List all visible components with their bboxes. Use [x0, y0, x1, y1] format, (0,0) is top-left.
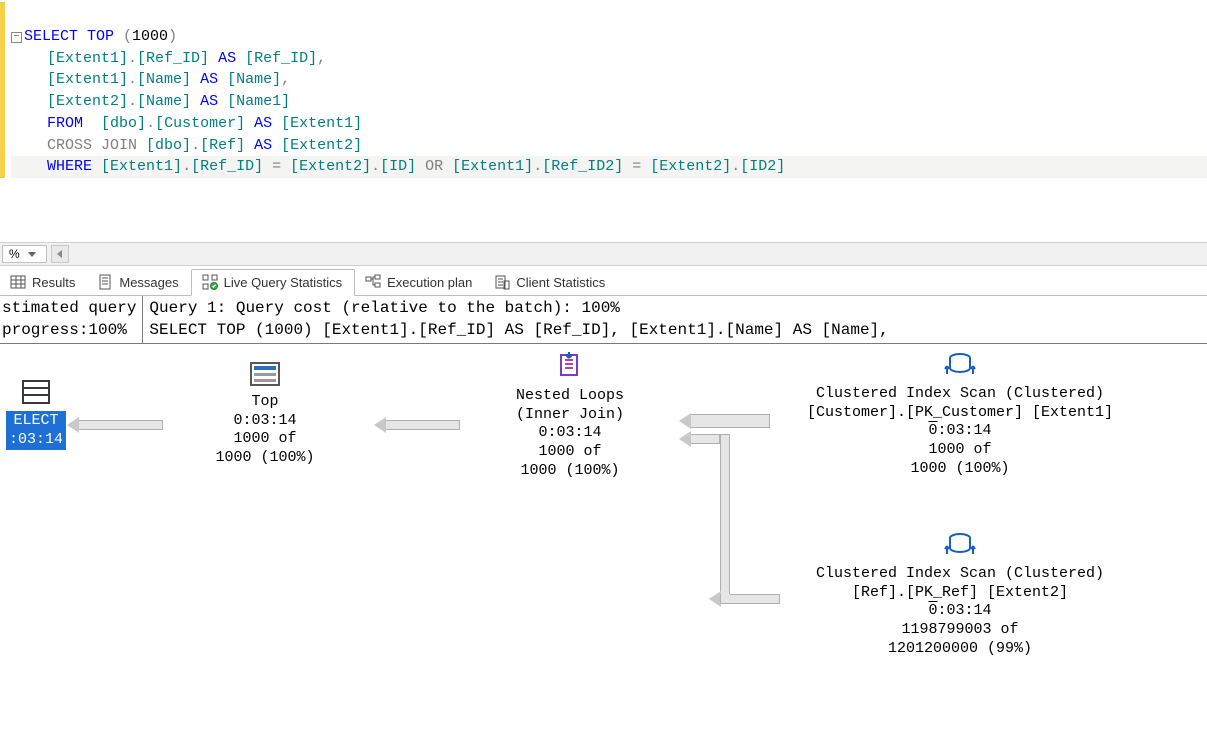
query-text-line: SELECT TOP (1000) [Extent1].[Ref_ID] AS …: [149, 320, 1201, 342]
code-line: [Extent1].[Ref_ID] AS [Ref_ID],: [11, 50, 326, 67]
node-title: ELECT: [9, 412, 63, 431]
plan-connector: [78, 420, 163, 430]
node-rows-total: 1000 (100%): [180, 449, 350, 468]
index-scan-icon: [944, 532, 976, 565]
code-line: CROSS JOIN [dbo].[Ref] AS [Extent2]: [11, 137, 362, 154]
node-time: 0:03:14: [180, 412, 350, 431]
node-rows: 1000 of: [470, 443, 670, 462]
node-time: 0:03:14: [790, 602, 1130, 621]
change-indicator: [0, 2, 5, 178]
node-object: [Ref].[PK_Ref] [Extent2]: [790, 584, 1130, 603]
plan-connector: [720, 434, 730, 604]
zoom-dropdown[interactable]: %: [2, 245, 47, 263]
node-time: 0:03:14: [470, 424, 670, 443]
plan-icon: [365, 274, 381, 290]
node-rows-total: 1201200000 (99%): [790, 640, 1130, 659]
tab-results[interactable]: Results: [0, 270, 87, 295]
nested-loops-icon: [555, 352, 585, 387]
node-rows-total: 1000 (100%): [790, 460, 1130, 479]
tab-messages[interactable]: Messages: [87, 270, 190, 295]
document-icon: [97, 274, 113, 290]
plan-node-top[interactable]: Top 0:03:14 1000 of 1000 (100%): [180, 362, 350, 468]
node-rows: 1198799003 of: [790, 621, 1130, 640]
live-stats-icon: [202, 274, 218, 290]
plan-connector: [690, 434, 720, 444]
chevron-down-icon: [28, 252, 36, 257]
tab-label: Client Statistics: [516, 275, 605, 290]
node-object: [Customer].[PK_Customer] [Extent1]: [790, 404, 1130, 423]
grid-icon: [10, 274, 26, 290]
kw-select: SELECT: [24, 28, 78, 45]
tab-execution-plan[interactable]: Execution plan: [355, 270, 484, 295]
progress-label-line2: progress:100%: [2, 320, 136, 342]
node-title: Nested Loops: [470, 387, 670, 406]
plan-connector: [385, 420, 460, 430]
plan-header: stimated query progress:100% Query 1: Qu…: [0, 296, 1207, 344]
code-line: [Extent2].[Name] AS [Name1]: [11, 93, 290, 110]
tab-client-statistics[interactable]: Client Statistics: [484, 270, 617, 295]
plan-node-nested-loops[interactable]: Nested Loops (Inner Join) 0:03:14 1000 o…: [470, 352, 670, 481]
query-cost-line: Query 1: Query cost (relative to the bat…: [149, 298, 1201, 320]
plan-node-select[interactable]: ELECT :03:14: [0, 380, 72, 450]
paren: (: [123, 28, 132, 45]
node-rows: 1000 of: [790, 441, 1130, 460]
node-rows-total: 1000 (100%): [470, 462, 670, 481]
table-icon: [22, 380, 50, 404]
splitter-bar[interactable]: %: [0, 242, 1207, 266]
node-title: Top: [180, 393, 350, 412]
node-time: 0:03:14: [790, 422, 1130, 441]
index-scan-icon: [944, 352, 976, 385]
sql-editor[interactable]: −SELECT TOP (1000) [Extent1].[Ref_ID] AS…: [0, 0, 1207, 182]
plan-node-index-scan-ref[interactable]: Clustered Index Scan (Clustered) [Ref].[…: [790, 532, 1130, 659]
node-title: Clustered Index Scan (Clustered): [790, 565, 1130, 584]
zoom-value: %: [9, 247, 20, 261]
plan-connector: [690, 414, 770, 428]
tab-label: Live Query Statistics: [224, 275, 343, 290]
code-line: WHERE [Extent1].[Ref_ID] = [Extent2].[ID…: [11, 156, 1207, 178]
kw-top: TOP: [78, 28, 123, 45]
results-tabs: Results Messages Live Query Statistics E…: [0, 266, 1207, 296]
tab-label: Results: [32, 275, 75, 290]
code-line: [Extent1].[Name] AS [Name],: [11, 71, 290, 88]
outline-toggle[interactable]: −: [11, 32, 22, 43]
execution-plan-canvas[interactable]: ELECT :03:14 Top 0:03:14 1000 of 1000 (1…: [0, 344, 1207, 684]
plan-node-index-scan-customer[interactable]: Clustered Index Scan (Clustered) [Custom…: [790, 352, 1130, 479]
client-stats-icon: [494, 274, 510, 290]
tab-label: Messages: [119, 275, 178, 290]
paren: ): [168, 28, 177, 45]
node-subtitle: (Inner Join): [470, 406, 670, 425]
tab-live-query-statistics[interactable]: Live Query Statistics: [191, 269, 356, 296]
node-time: :03:14: [9, 431, 63, 450]
code-line: FROM [dbo].[Customer] AS [Extent1]: [11, 115, 362, 132]
tab-label: Execution plan: [387, 275, 472, 290]
node-rows: 1000 of: [180, 430, 350, 449]
scroll-left-button[interactable]: [51, 245, 69, 263]
top-icon: [250, 362, 280, 386]
plan-connector-corner: [720, 594, 730, 604]
literal-number: 1000: [132, 28, 168, 45]
node-title: Clustered Index Scan (Clustered): [790, 385, 1130, 404]
progress-label-line1: stimated query: [2, 298, 136, 320]
triangle-left-icon: [57, 250, 62, 258]
